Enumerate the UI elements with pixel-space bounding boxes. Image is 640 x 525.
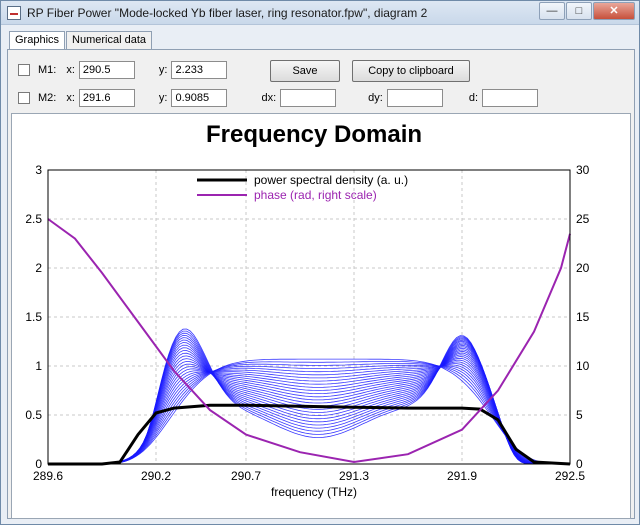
marker-m1-row: M1: x: y:	[18, 60, 228, 80]
y-tick-label-left: 3	[35, 163, 42, 177]
y-tick-label-right: 30	[576, 163, 590, 177]
x-tick-label: 292.5	[555, 469, 585, 483]
x-tick-label: 290.2	[141, 469, 171, 483]
dx-label: dx:	[261, 92, 277, 104]
x-tick-label: 289.6	[33, 469, 63, 483]
m1-x-label: x:	[66, 64, 75, 76]
y-tick-label-left: 1	[35, 359, 42, 373]
minimize-button[interactable]: —	[539, 2, 565, 20]
y-tick-label-right: 25	[576, 212, 590, 226]
y-tick-label-right: 20	[576, 261, 590, 275]
tab-strip: Graphics Numerical data	[9, 31, 153, 50]
dy-input[interactable]	[386, 89, 443, 107]
m1-label: M1:	[38, 64, 57, 76]
y-tick-label-right: 10	[576, 359, 590, 373]
y-tick-label-right: 15	[576, 310, 590, 324]
d-input[interactable]	[482, 89, 539, 107]
psd-series-line	[48, 403, 571, 466]
window-title: RP Fiber Power "Mode-locked Yb fiber las…	[27, 6, 428, 20]
title-bar[interactable]: RP Fiber Power "Mode-locked Yb fiber las…	[1, 1, 639, 25]
m2-checkbox[interactable]	[18, 92, 30, 104]
window-controls: — □ ✕	[538, 2, 635, 20]
m1-y-label: y:	[158, 64, 168, 76]
app-window: RP Fiber Power "Mode-locked Yb fiber las…	[0, 0, 640, 525]
m1-y-input[interactable]	[171, 61, 228, 79]
dx-input[interactable]	[280, 89, 337, 107]
save-button[interactable]: Save	[270, 60, 340, 82]
x-tick-label: 290.7	[231, 469, 261, 483]
y-tick-label-left: 1.5	[25, 310, 42, 324]
m2-label: M2:	[38, 92, 57, 104]
copy-to-clipboard-button[interactable]: Copy to clipboard	[352, 60, 470, 82]
m2-y-label: y:	[158, 92, 168, 104]
chart-area: 0 0 0.5 5 1 10 1.5 15 2 20 2.5 25 3 30 289.6 290.2 290.7…	[11, 113, 631, 519]
chart-grid	[47, 169, 571, 465]
dy-label: dy:	[368, 92, 383, 104]
tab-graphics[interactable]: Graphics	[9, 31, 66, 50]
m1-x-input[interactable]	[78, 61, 135, 79]
m2-x-label: x:	[66, 92, 75, 104]
legend-label: phase (rad, right scale)	[254, 188, 377, 202]
m2-x-input[interactable]	[78, 89, 135, 107]
y-tick-label-left: 2.5	[25, 212, 42, 226]
x-axis-label: frequency (THz)	[271, 485, 357, 499]
legend-label: power spectral density (a. u.)	[254, 173, 408, 187]
x-tick-label: 291.9	[447, 469, 477, 483]
evolution-traces	[110, 328, 544, 465]
maximize-button[interactable]: □	[566, 2, 592, 20]
app-icon	[7, 6, 21, 20]
tab-numerical-data[interactable]: Numerical data	[66, 31, 153, 49]
m1-checkbox[interactable]	[18, 64, 30, 76]
d-label: d:	[468, 92, 479, 104]
frequency-domain-chart: 0 00.5 51 101.5 152 202.5 253 30289.6 290.2 290.7…	[25, 121, 590, 499]
y-tick-label-right: 5	[576, 408, 583, 422]
y-tick-label-left: 0.5	[25, 408, 42, 422]
phase-series-line	[47, 218, 571, 464]
y-tick-label-left: 2	[35, 261, 42, 275]
chart-legend: power spectral density (a. u.)phase (rad…	[197, 173, 408, 202]
x-tick-label: 291.3	[339, 469, 369, 483]
chart-title: Frequency Domain	[206, 121, 422, 148]
close-button[interactable]: ✕	[593, 2, 635, 20]
marker-m2-row: M2: x: y: dx: dy: d:	[18, 88, 539, 108]
m2-y-input[interactable]	[171, 89, 228, 107]
